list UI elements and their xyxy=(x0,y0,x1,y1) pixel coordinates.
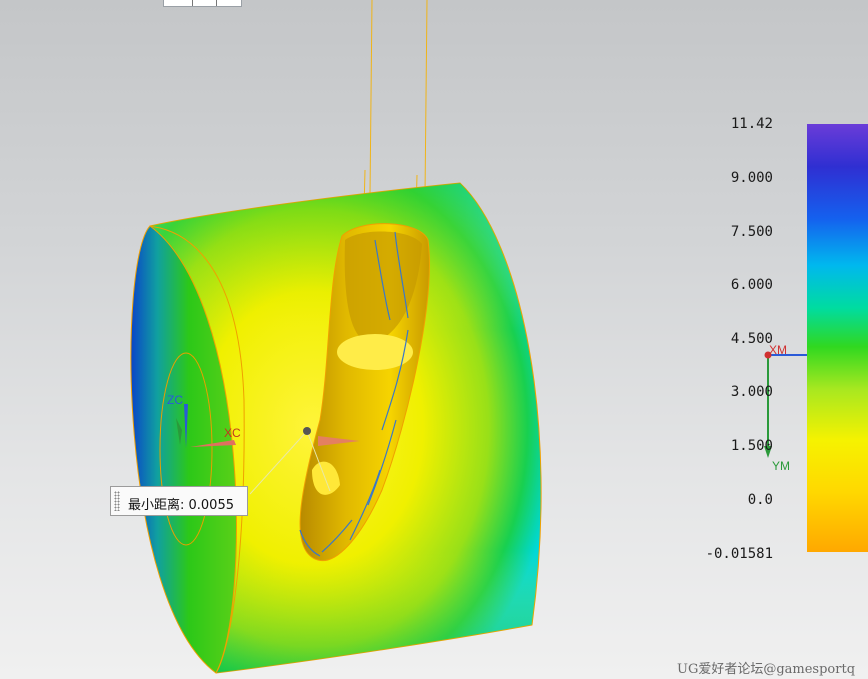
scale-label: 1.500 xyxy=(730,438,773,454)
scale-label-max: 11.42 xyxy=(730,116,773,132)
deviation-color-scale xyxy=(807,124,868,552)
measure-point[interactable] xyxy=(303,427,311,435)
drag-grip-icon[interactable] xyxy=(114,491,120,511)
scale-label: 4.500 xyxy=(730,331,773,347)
scale-label: 9.000 xyxy=(730,170,773,186)
scale-label: 3.000 xyxy=(730,384,773,400)
xc-axis-label: XC xyxy=(224,426,241,440)
ym-axis-label: YM xyxy=(772,459,790,473)
scale-label: 6.000 xyxy=(730,277,773,293)
graphics-viewport[interactable]: ZC XC XM YM ZM 11.42 9.000 7.500 6.000 4… xyxy=(0,0,868,679)
scale-label: 7.500 xyxy=(730,224,773,240)
zc-axis-label: ZC xyxy=(167,393,183,407)
forum-watermark: UG爱好者论坛@gamesportq xyxy=(677,662,856,677)
min-distance-text: 最小距离: 0.0055 xyxy=(128,498,234,513)
min-distance-readout[interactable]: 最小距离: 0.0055 xyxy=(110,486,248,516)
scale-label-min: -0.01581 xyxy=(705,546,773,562)
scale-label: 0.0 xyxy=(747,492,773,508)
